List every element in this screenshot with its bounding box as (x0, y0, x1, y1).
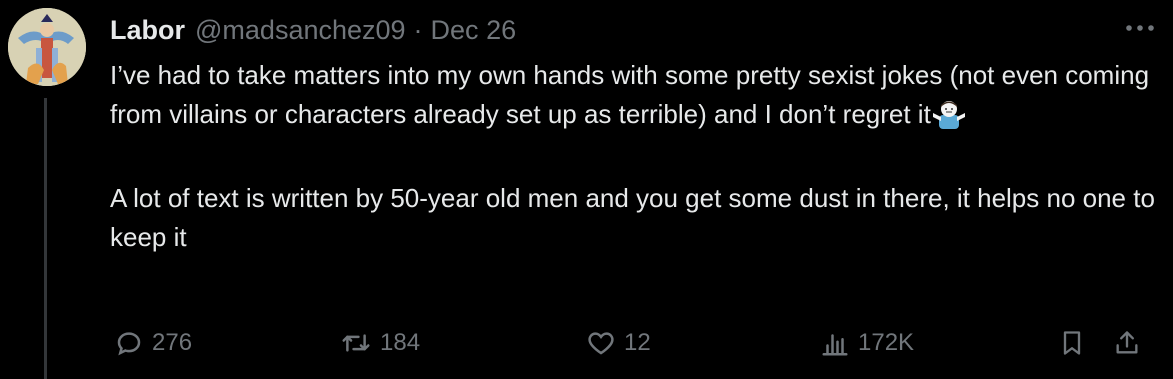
thread-line (44, 98, 47, 379)
action-bar: 276 184 12 172K (110, 322, 1160, 364)
more-icon[interactable] (1123, 14, 1157, 42)
like-count: 12 (624, 329, 651, 356)
reply-count: 276 (152, 329, 193, 356)
heart-icon (588, 332, 614, 355)
header-separator: · (413, 14, 423, 45)
reply-icon (117, 332, 141, 356)
author-name[interactable]: Labor (110, 15, 185, 46)
analytics-icon (822, 334, 848, 356)
man-shrugging-emoji-icon (932, 99, 965, 140)
reply-button[interactable]: 276 (114, 322, 192, 364)
repost-button[interactable]: 184 (340, 322, 420, 364)
author-handle[interactable]: @madsanchez09 (195, 15, 406, 46)
avatar[interactable] (8, 8, 86, 86)
tweet-text: I’ve had to take matters into my own han… (110, 56, 1160, 257)
repost-icon (342, 334, 370, 352)
bookmark-button[interactable] (1058, 322, 1086, 364)
share-button[interactable] (1113, 322, 1141, 364)
repost-count: 184 (380, 329, 421, 356)
tweet-paragraph-2: A lot of text is written by 50-year old … (110, 183, 1155, 252)
view-count: 172K (858, 329, 915, 356)
tweet-date[interactable]: Dec 26 (431, 15, 517, 46)
bookmark-icon (1063, 331, 1081, 355)
tweet-header: Labor @madsanchez09 · Dec 26 (110, 12, 516, 48)
share-icon (1116, 331, 1138, 354)
views-button[interactable]: 172K (820, 322, 914, 364)
tweet-paragraph-1: I’ve had to take matters into my own han… (110, 60, 1150, 129)
like-button[interactable]: 12 (586, 322, 651, 364)
